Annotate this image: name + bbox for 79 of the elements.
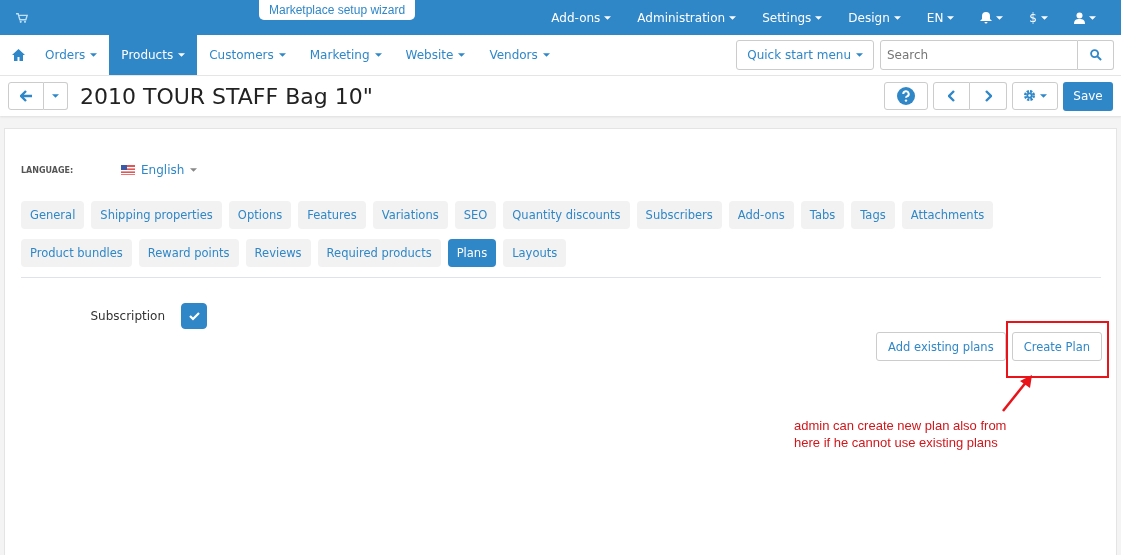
top-menu[interactable]: Settings <box>749 0 836 35</box>
checkmark-icon <box>188 311 200 321</box>
tab[interactable]: General <box>21 201 85 229</box>
plan-button[interactable]: Add existing plans <box>876 332 1006 361</box>
annotation-text: admin can create new plan also from here if he cannot use existing plans <box>794 417 1008 451</box>
caret-icon <box>893 15 901 20</box>
gear-icon <box>1023 89 1036 102</box>
top-menu[interactable]: Add-ons <box>538 0 625 35</box>
tab[interactable]: Add-ons <box>728 201 794 229</box>
annotation-arrow <box>1001 375 1033 413</box>
tab[interactable]: Variations <box>372 201 448 229</box>
nav-menu-item[interactable]: Products <box>109 35 198 75</box>
back-button[interactable] <box>8 82 44 110</box>
settings-dropdown[interactable] <box>1012 81 1058 110</box>
caret-icon <box>815 15 823 20</box>
language-selector[interactable]: English <box>121 163 198 177</box>
help-button[interactable] <box>884 81 928 110</box>
page-title: 2010 TOUR STAFF Bag 10" <box>80 83 373 109</box>
nav-menu-item[interactable]: Website <box>393 35 478 75</box>
next-button[interactable] <box>970 81 1007 110</box>
caret-icon <box>374 53 382 57</box>
subscription-checkbox[interactable] <box>181 303 207 329</box>
caret-icon <box>458 53 466 57</box>
plan-button[interactable]: Create Plan <box>1011 332 1102 361</box>
caret-icon <box>52 94 59 98</box>
bell-icon <box>980 11 993 24</box>
caret-icon <box>1041 15 1048 20</box>
search-button[interactable] <box>1078 40 1114 70</box>
caret-icon <box>178 53 186 57</box>
top-menu[interactable]: Design <box>835 0 914 35</box>
save-button[interactable]: Save <box>1063 81 1113 111</box>
top-menu[interactable]: $ <box>1016 0 1061 35</box>
nav-menu-item[interactable]: Vendors <box>477 35 562 75</box>
nav-menu-item[interactable]: Marketing <box>297 35 394 75</box>
tab[interactable]: Shipping properties <box>91 201 222 229</box>
tab[interactable]: Reviews <box>245 239 311 267</box>
tab[interactable]: Subscribers <box>636 201 722 229</box>
caret-icon <box>856 53 863 57</box>
quick-start-menu[interactable]: Quick start menu <box>736 40 874 70</box>
tab[interactable]: Tags <box>851 201 895 229</box>
cart-icon <box>16 11 28 24</box>
top-menu[interactable]: EN <box>913 0 968 35</box>
nav-menu-item[interactable]: Orders <box>33 35 110 75</box>
top-menu[interactable]: Administration <box>624 0 750 35</box>
caret-icon <box>604 15 612 20</box>
search-field[interactable]: Search <box>880 40 1078 70</box>
back-arrow-icon <box>19 90 33 102</box>
tab[interactable]: Tabs <box>800 201 845 229</box>
chevron-left-icon <box>947 89 956 102</box>
subscription-label: Subscription <box>89 309 165 323</box>
wizard-button[interactable]: Marketplace setup wizard <box>259 0 416 20</box>
caret-icon <box>947 15 955 20</box>
tab[interactable]: Required products <box>317 239 441 267</box>
tab[interactable]: SEO <box>454 201 497 229</box>
caret-icon <box>729 15 737 20</box>
search-icon <box>1089 49 1102 61</box>
tab[interactable]: Product bundles <box>21 239 132 267</box>
nav-menu-item[interactable]: Customers <box>197 35 298 75</box>
caret-icon <box>278 53 286 57</box>
tab[interactable]: Quantity discounts <box>503 201 630 229</box>
caret-icon <box>190 168 198 172</box>
help-icon <box>897 86 915 105</box>
home-icon <box>12 49 25 61</box>
tab[interactable]: Options <box>228 201 292 229</box>
tab[interactable]: Plans <box>447 239 497 267</box>
chevron-right-icon <box>984 89 992 102</box>
caret-icon <box>90 53 98 57</box>
user-icon <box>1074 11 1085 24</box>
flag-icon <box>121 165 135 175</box>
previous-button[interactable] <box>933 81 970 110</box>
caret-icon <box>996 15 1004 20</box>
caret-icon <box>1040 93 1047 98</box>
tab[interactable]: Reward points <box>138 239 239 267</box>
tab[interactable]: Features <box>298 201 366 229</box>
language-label: LANGUAGE: <box>21 165 75 175</box>
caret-icon <box>542 53 550 57</box>
caret-icon <box>1089 15 1096 20</box>
tab[interactable]: Attachments <box>901 201 994 229</box>
tab[interactable]: Layouts <box>503 239 567 267</box>
